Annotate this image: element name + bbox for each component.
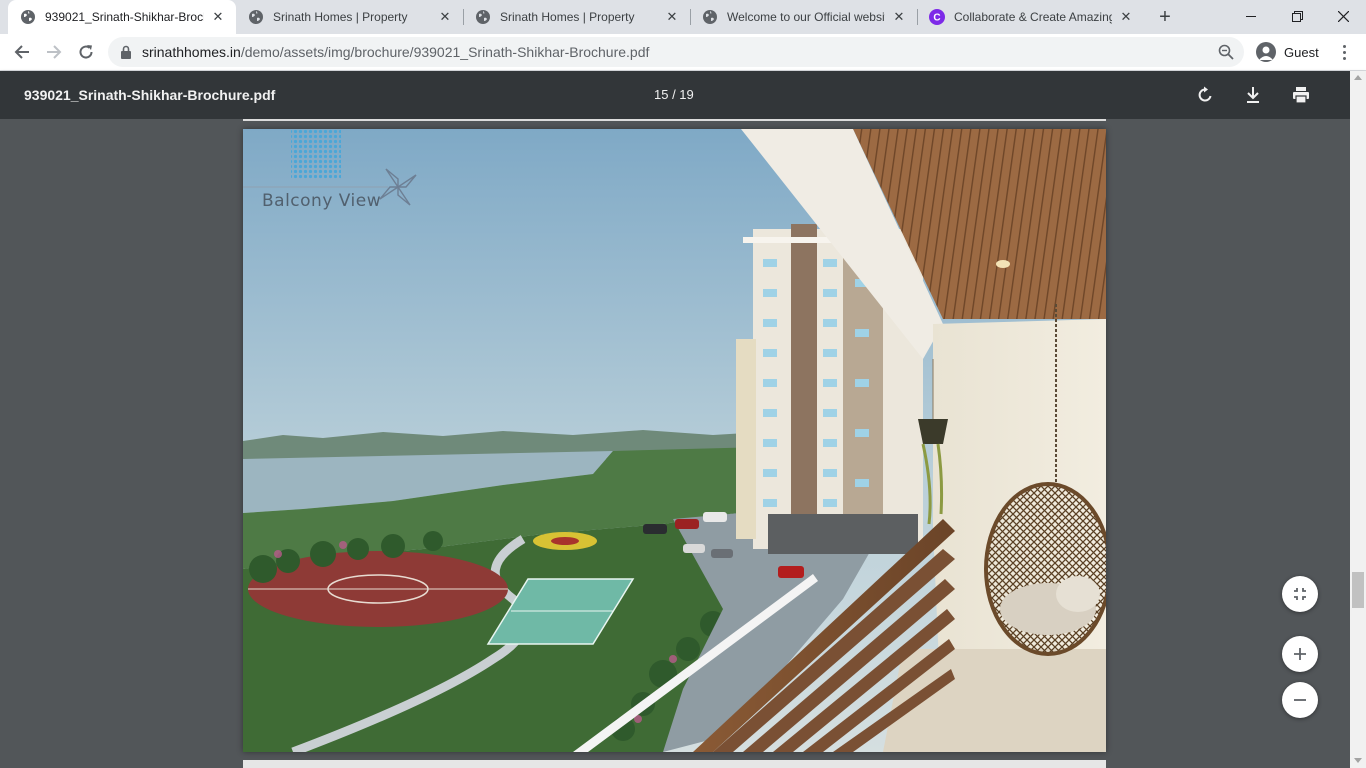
- reload-icon: [79, 45, 93, 59]
- lock-icon[interactable]: [120, 45, 132, 64]
- next-page-edge: [243, 760, 1106, 768]
- profile-button[interactable]: Guest: [1252, 38, 1331, 66]
- zoom-out-button[interactable]: [1282, 682, 1318, 718]
- page-indicator[interactable]: 15 / 19: [654, 87, 694, 102]
- avatar-icon: [1256, 42, 1276, 62]
- rotate-button[interactable]: [1193, 83, 1217, 107]
- dot: [1342, 44, 1346, 48]
- svg-text:C: C: [933, 13, 940, 24]
- page-caption: Balcony View: [262, 191, 382, 211]
- pdf-page: Balcony View: [243, 129, 1106, 752]
- tab-strip: 939021_Srinath-Shikhar-Brochure.pdf ✕ Sr…: [0, 0, 1366, 34]
- tab-title: 939021_Srinath-Shikhar-Brochure.pdf: [45, 10, 204, 24]
- url-text[interactable]: srinathhomes.in/demo/assets/img/brochure…: [142, 44, 649, 60]
- new-tab-button[interactable]: +: [1154, 6, 1176, 28]
- close-tab-icon[interactable]: ✕: [437, 9, 453, 25]
- globe-icon: [248, 9, 264, 25]
- arrow-right-icon: [47, 45, 62, 59]
- download-button[interactable]: [1241, 83, 1265, 107]
- restore-icon: [1291, 10, 1303, 22]
- tab-canva[interactable]: C Collaborate & Create Amazing ✕: [917, 0, 1144, 34]
- minimize-window-button[interactable]: [1228, 0, 1274, 32]
- arrow-left-icon: [14, 45, 29, 59]
- minimize-icon: [1246, 16, 1256, 17]
- print-button[interactable]: [1289, 83, 1313, 107]
- zoom-in-button[interactable]: [1282, 636, 1318, 672]
- tab-title: Welcome to our Official website: [727, 10, 885, 24]
- profile-label: Guest: [1284, 44, 1319, 60]
- reload-button[interactable]: [71, 37, 101, 67]
- minus-icon: [1294, 699, 1306, 701]
- url-host: srinathhomes.in: [142, 44, 241, 60]
- tab-title: Srinath Homes | Property: [500, 10, 635, 24]
- restore-window-button[interactable]: [1274, 0, 1320, 32]
- close-window-button[interactable]: [1320, 0, 1366, 32]
- tab-srinath-homes-2[interactable]: Srinath Homes | Property ✕: [463, 0, 690, 34]
- scrollbar-thumb[interactable]: [1352, 572, 1364, 608]
- dot: [1342, 50, 1346, 54]
- fit-to-page-button[interactable]: [1282, 576, 1318, 612]
- dot: [1342, 56, 1346, 60]
- tab-brochure-pdf[interactable]: 939021_Srinath-Shikhar-Brochure.pdf ✕: [8, 0, 236, 34]
- url-path: /demo/assets/img/brochure/939021_Srinath…: [240, 44, 650, 60]
- pdf-toolbar: 939021_Srinath-Shikhar-Brochure.pdf 15 /…: [0, 71, 1366, 119]
- close-icon: [1337, 10, 1349, 22]
- close-tab-icon[interactable]: ✕: [210, 9, 226, 25]
- scroll-up-arrow-icon[interactable]: [1354, 75, 1362, 80]
- browser-menu-button[interactable]: [1334, 39, 1354, 65]
- tab-srinath-homes-1[interactable]: Srinath Homes | Property ✕: [236, 0, 463, 34]
- pdf-file-name: 939021_Srinath-Shikhar-Brochure.pdf: [24, 87, 276, 103]
- tab-official-website[interactable]: Welcome to our Official website ✕: [690, 0, 917, 34]
- pdf-viewport[interactable]: Balcony View: [0, 119, 1350, 768]
- browser-toolbar: srinathhomes.in/demo/assets/img/brochure…: [0, 34, 1366, 71]
- previous-page-edge: [243, 119, 1106, 121]
- balcony-rendering-image: [243, 129, 1106, 752]
- globe-icon: [702, 9, 718, 25]
- close-tab-icon[interactable]: ✕: [891, 9, 907, 25]
- vertical-scrollbar[interactable]: [1350, 71, 1366, 768]
- forward-button[interactable]: [39, 37, 69, 67]
- back-button[interactable]: [7, 37, 37, 67]
- plus-icon: [1294, 648, 1306, 660]
- tab-title: Collaborate & Create Amazing: [954, 10, 1112, 24]
- tab-title: Srinath Homes | Property: [273, 10, 408, 24]
- globe-icon: [475, 9, 491, 25]
- close-tab-icon[interactable]: ✕: [1118, 9, 1134, 25]
- scroll-down-arrow-icon[interactable]: [1354, 758, 1362, 763]
- canva-icon: C: [929, 9, 945, 25]
- fit-page-icon: [1294, 588, 1306, 600]
- close-tab-icon[interactable]: ✕: [664, 9, 680, 25]
- globe-icon: [20, 9, 36, 25]
- zoom-icon[interactable]: [1218, 44, 1234, 65]
- rotate-icon: [1198, 86, 1212, 102]
- printer-icon: [1293, 87, 1309, 104]
- download-icon: [1247, 87, 1259, 103]
- address-bar[interactable]: srinathhomes.in/demo/assets/img/brochure…: [108, 37, 1244, 67]
